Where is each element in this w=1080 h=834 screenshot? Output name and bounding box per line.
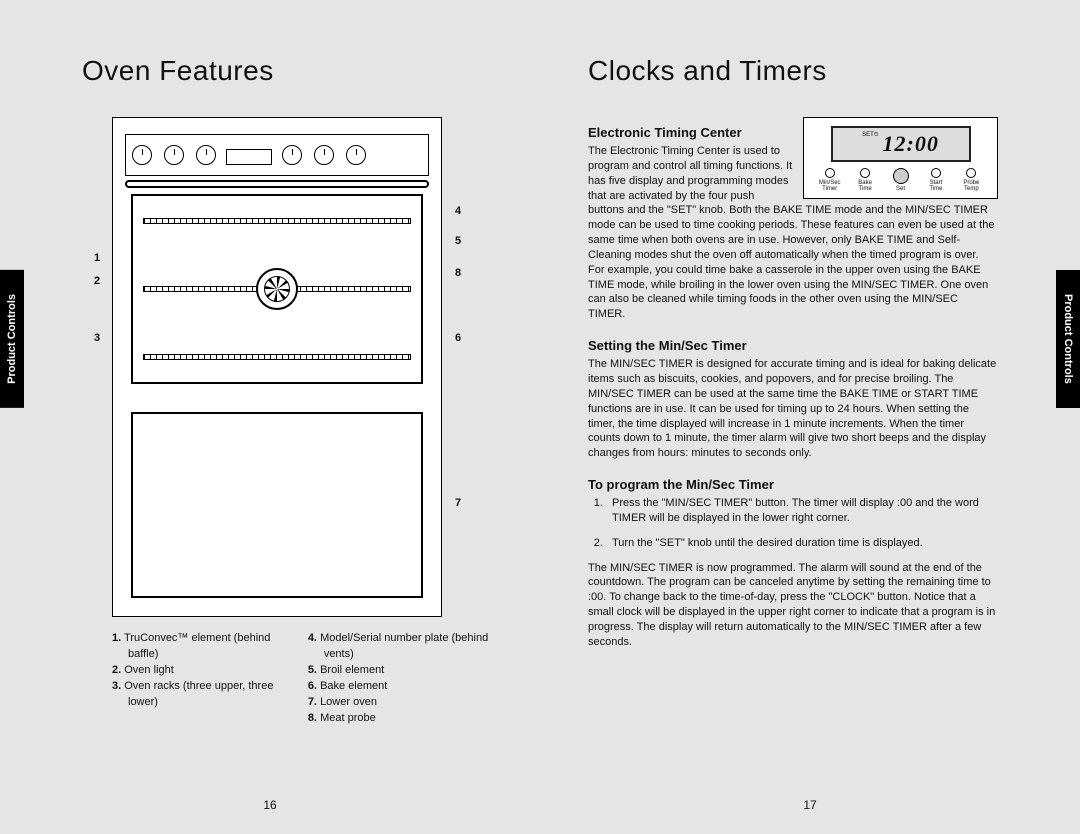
callout-2: 2 — [94, 275, 100, 287]
section-tab-left: Product Controls — [0, 270, 24, 408]
section-tab-right: Product Controls — [1056, 270, 1080, 408]
upper-oven-cavity — [131, 194, 423, 384]
timer-panel-illustration: SET⏲ 12:00 Min/SecTimer BakeTime Set Sta… — [803, 117, 998, 199]
callout-5: 5 — [455, 235, 461, 247]
oven-diagram — [112, 117, 442, 617]
handle-illustration — [125, 180, 429, 188]
page-number-left: 16 — [263, 798, 276, 812]
legend-col-2: 4. Model/Serial number plate (behind ven… — [308, 631, 492, 727]
callout-3: 3 — [94, 332, 100, 344]
lower-oven-cavity — [131, 412, 423, 598]
page-16: Product Controls Oven Features 1 2 3 — [0, 0, 540, 834]
section-etc: SET⏲ 12:00 Min/SecTimer BakeTime Set Sta… — [588, 117, 998, 322]
control-panel-illustration — [125, 134, 429, 176]
heading-minsec: Setting the Min/Sec Timer — [588, 338, 998, 353]
legend: 1. TruConvec™ element (behind baffle) 2.… — [112, 631, 492, 727]
callout-8: 8 — [455, 267, 461, 279]
lcd-display: SET⏲ 12:00 — [831, 126, 971, 162]
callout-1: 1 — [94, 252, 100, 264]
step-2: Turn the "SET" knob until the desired du… — [606, 536, 998, 551]
page-title-left: Oven Features — [82, 55, 492, 87]
minsec-timer-button: Min/SecTimer — [812, 168, 847, 192]
body-minsec: The MIN/SEC TIMER is designed for accura… — [588, 357, 998, 461]
program-after: The MIN/SEC TIMER is now programmed. The… — [588, 561, 998, 650]
step-1: Press the "MIN/SEC TIMER" button. The ti… — [606, 496, 998, 526]
page-17: Product Controls Clocks and Timers SET⏲ … — [540, 0, 1080, 834]
callout-4: 4 — [455, 205, 461, 217]
probe-temp-button: ProbeTemp — [954, 168, 989, 192]
callout-7: 7 — [455, 497, 461, 509]
start-time-button: StartTime — [918, 168, 953, 192]
callout-6: 6 — [455, 332, 461, 344]
program-steps: Press the "MIN/SEC TIMER" button. The ti… — [588, 496, 998, 551]
legend-col-1: 1. TruConvec™ element (behind baffle) 2.… — [112, 631, 280, 727]
page-number-right: 17 — [803, 798, 816, 812]
bake-time-button: BakeTime — [847, 168, 882, 192]
page-title-right: Clocks and Timers — [588, 55, 998, 87]
convec-fan-illustration — [256, 268, 298, 310]
heading-program: To program the Min/Sec Timer — [588, 477, 998, 492]
set-knob: Set — [883, 168, 918, 192]
